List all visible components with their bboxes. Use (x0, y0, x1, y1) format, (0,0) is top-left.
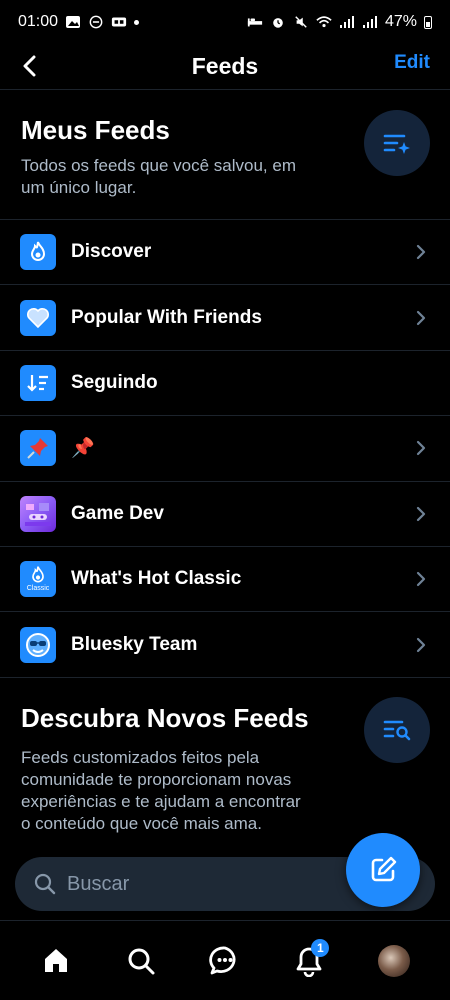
wifi-icon (316, 16, 332, 28)
feed-item-whats-hot-classic[interactable]: Classic What's Hot Classic (0, 547, 450, 613)
gallery-icon (66, 16, 81, 28)
search-nav-icon (128, 948, 155, 974)
discover-feed-icon (20, 234, 56, 271)
avatar (377, 944, 410, 977)
signal-icon (339, 16, 354, 28)
avatar-caption: Classic (26, 585, 50, 593)
chevron-right-icon (416, 310, 426, 325)
search-placeholder: Buscar (67, 872, 130, 895)
back-button[interactable] (16, 52, 44, 80)
alarm-icon (273, 18, 283, 28)
notification-dot-icon (134, 19, 140, 25)
nav-home[interactable] (28, 933, 84, 989)
nav-profile[interactable] (366, 933, 422, 989)
chevron-right-icon (416, 245, 426, 260)
feeds-screen: 01:00 47% Feeds Edit Meus Feeds Todos os… (0, 0, 450, 1000)
my-feeds-section: Meus Feeds Todos os feeds que você salvo… (0, 110, 450, 218)
discover-feeds-section: Descubra Novos Feeds Feeds customizados … (0, 697, 450, 847)
feed-label: Bluesky Team (71, 633, 198, 655)
back-arrow-icon (23, 55, 36, 77)
feed-label: Discover (71, 241, 152, 263)
feed-item-seguindo[interactable]: Seguindo (0, 351, 450, 417)
following-feed-icon (20, 364, 56, 401)
battery-icon (424, 15, 432, 29)
chevron-right-icon (416, 506, 426, 521)
search-icon (34, 873, 56, 895)
signal-icon-2 (362, 16, 377, 28)
chat-icon (209, 946, 236, 974)
discover-feeds-button[interactable] (364, 697, 430, 763)
status-time: 01:00 (18, 13, 59, 30)
feed-item-pushpin[interactable]: 📌 (0, 416, 450, 482)
feed-item-popular-with-friends[interactable]: Popular With Friends (0, 285, 450, 351)
heart-feed-icon (20, 299, 56, 336)
chevron-right-icon (416, 637, 426, 652)
status-bar: 01:00 47% (0, 0, 450, 44)
do-not-disturb-icon (89, 15, 103, 29)
feed-label: Popular With Friends (71, 306, 262, 328)
chevron-right-icon (416, 441, 426, 456)
compose-post-button[interactable] (346, 833, 420, 907)
battery-percent: 47% (384, 13, 417, 30)
home-icon (45, 948, 68, 972)
feed-item-bluesky-team[interactable]: Bluesky Team (0, 612, 450, 678)
mute-icon (295, 16, 307, 28)
top-header: Feeds Edit (0, 44, 450, 90)
list-search-icon (383, 720, 411, 741)
whats-hot-classic-feed-icon: Classic (20, 561, 56, 598)
notifications-badge: 1 (311, 938, 330, 957)
discover-description-line: comunidade te proporcionam novas (21, 770, 292, 789)
nav-search[interactable] (113, 933, 169, 989)
discover-description-line: experiências e te ajudam a encontrar (21, 792, 301, 811)
feed-label: What's Hot Classic (71, 568, 242, 590)
bed-icon (247, 18, 263, 27)
list-sparkle-icon (383, 134, 410, 154)
feed-item-discover[interactable]: Discover (0, 220, 450, 286)
nav-chat[interactable] (197, 933, 253, 989)
discover-description-line: o conteúdo que você mais ama. (21, 814, 262, 833)
page-title: Feeds (191, 53, 259, 79)
my-feeds-description-line2: um único lugar. (21, 178, 137, 197)
hd-icon (111, 17, 127, 27)
feed-item-game-dev[interactable]: Game Dev (0, 482, 450, 547)
saved-feeds-list: Discover Popular With Friends Seguindo 📌 (0, 219, 450, 678)
discover-feeds-description: Feeds customizados feitos pela comunidad… (0, 747, 450, 835)
chevron-right-icon (416, 572, 426, 587)
bluesky-team-feed-icon (20, 626, 56, 663)
nav-notifications[interactable]: 1 (281, 933, 337, 989)
feed-label: Seguindo (71, 371, 158, 393)
feed-label: 📌 (71, 438, 95, 460)
manage-feeds-button[interactable] (364, 110, 430, 176)
bottom-navigation: 1 (0, 920, 450, 1000)
edit-button[interactable]: Edit (394, 52, 430, 74)
pushpin-feed-icon (20, 430, 56, 467)
feed-label: Game Dev (71, 502, 164, 524)
compose-icon (371, 856, 397, 882)
game-dev-feed-icon (20, 495, 56, 532)
